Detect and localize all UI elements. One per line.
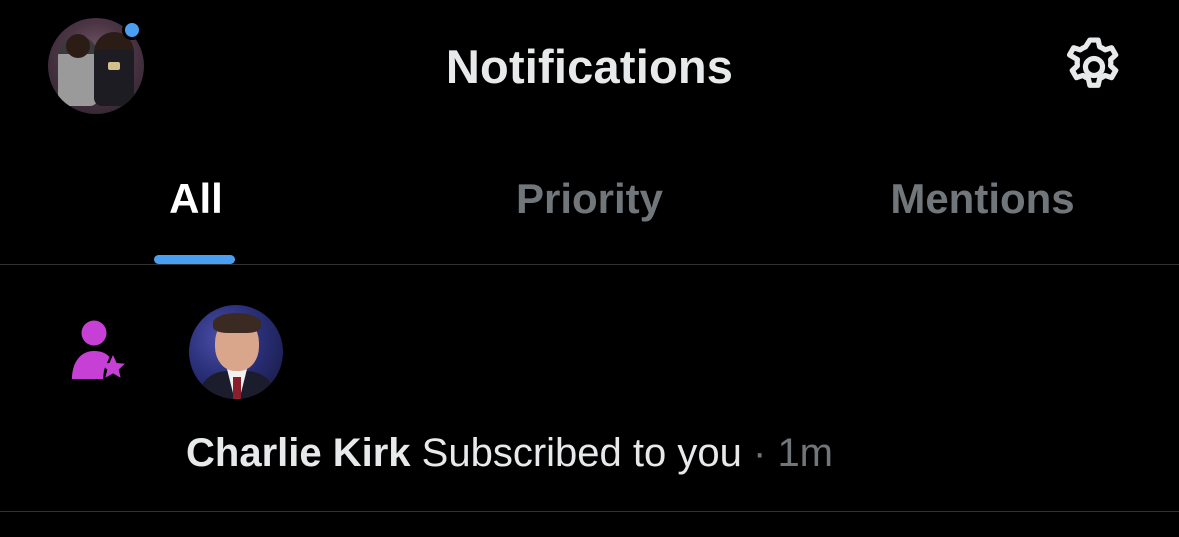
user-avatar[interactable] bbox=[189, 305, 283, 399]
top-bar: Notifications bbox=[0, 0, 1179, 135]
notification-separator: · bbox=[752, 431, 767, 475]
page-title: Notifications bbox=[445, 40, 734, 93]
notification-item[interactable]: Charlie Kirk Subscribed to you · 1m bbox=[0, 265, 1179, 511]
avatar-face bbox=[213, 313, 261, 371]
tab-mentions-label: Mentions bbox=[890, 175, 1075, 222]
active-tab-indicator bbox=[154, 255, 235, 264]
notification-action: Subscribed to you bbox=[421, 431, 742, 475]
notification-tabs: All Priority Mentions bbox=[0, 135, 1179, 264]
tab-priority-label: Priority bbox=[515, 175, 664, 222]
tab-mentions[interactable]: Mentions bbox=[786, 135, 1179, 264]
tab-priority[interactable]: Priority bbox=[393, 135, 786, 264]
tab-all[interactable]: All bbox=[0, 135, 393, 264]
gear-icon[interactable] bbox=[1060, 34, 1128, 100]
unread-indicator-dot bbox=[122, 20, 142, 40]
notification-time: 1m bbox=[777, 431, 834, 475]
avatar-tie bbox=[233, 377, 241, 399]
notification-divider bbox=[0, 511, 1179, 512]
notification-user-name[interactable]: Charlie Kirk bbox=[186, 431, 411, 475]
person-star-icon bbox=[70, 319, 128, 381]
notification-text: Charlie Kirk Subscribed to you · 1m bbox=[186, 427, 833, 479]
